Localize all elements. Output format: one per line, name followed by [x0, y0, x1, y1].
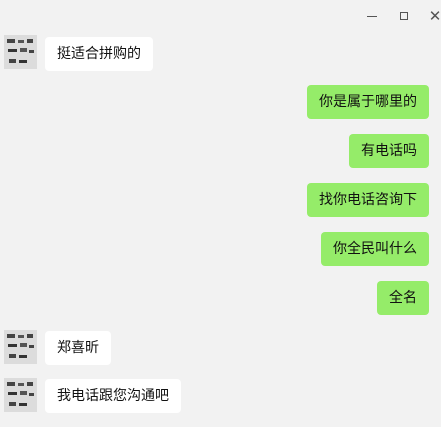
avatar-image: [4, 35, 37, 69]
message-bubble[interactable]: 有电话吗: [349, 134, 429, 168]
contact-avatar[interactable]: [4, 378, 37, 412]
message-bubble[interactable]: 我电话跟您沟通吧: [45, 379, 181, 413]
message-bubble[interactable]: 你是属于哪里的: [307, 85, 429, 119]
avatar-image: [4, 378, 37, 412]
chat-area: 挺适合拼购的 你是属于哪里的 有电话吗 找你电话咨询下 你全民叫什么 全名 郑喜…: [0, 0, 441, 427]
message-bubble[interactable]: 你全民叫什么: [321, 232, 429, 266]
message-bubble[interactable]: 郑喜昕: [45, 331, 111, 365]
title-bar: ✕: [0, 0, 441, 32]
maximize-icon[interactable]: [394, 6, 414, 26]
message-bubble[interactable]: 全名: [377, 281, 429, 315]
contact-avatar[interactable]: [4, 330, 37, 364]
maximize-glyph: [400, 12, 408, 20]
avatar-image: [4, 330, 37, 364]
minimize-glyph: [367, 15, 377, 17]
close-icon[interactable]: ✕: [425, 6, 441, 26]
contact-avatar[interactable]: [4, 35, 37, 69]
minimize-icon[interactable]: [362, 6, 382, 26]
message-bubble[interactable]: 找你电话咨询下: [307, 183, 429, 217]
message-bubble[interactable]: 挺适合拼购的: [45, 37, 153, 71]
